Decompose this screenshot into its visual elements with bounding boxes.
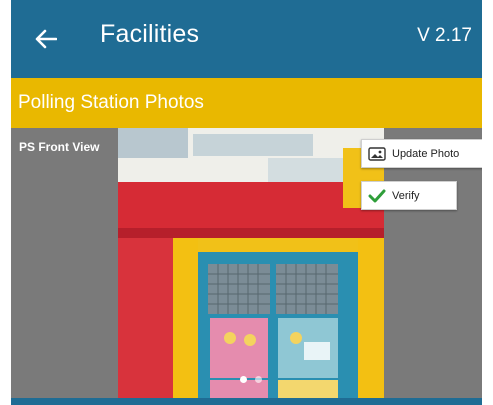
update-photo-label: Update Photo bbox=[392, 147, 460, 160]
polling-station-photo-image bbox=[118, 128, 384, 405]
app-bar: Facilities V 2.17 bbox=[11, 0, 482, 78]
carousel-dot[interactable] bbox=[255, 376, 262, 383]
bottom-edge-bar bbox=[11, 398, 482, 405]
carousel-dot-active[interactable] bbox=[240, 376, 247, 383]
section-title: Polling Station Photos bbox=[18, 92, 204, 113]
photo-panel: PS Front View Update Photo Verify bbox=[11, 128, 482, 405]
app-version: V 2.17 bbox=[417, 25, 472, 46]
checkmark-icon bbox=[368, 189, 386, 202]
app-screen: Facilities V 2.17 Polling Station Photos… bbox=[11, 0, 482, 405]
carousel-indicator bbox=[240, 376, 262, 383]
photo-label: PS Front View bbox=[19, 140, 100, 154]
page-title: Facilities bbox=[100, 20, 200, 48]
verify-label: Verify bbox=[392, 189, 420, 202]
update-photo-button[interactable]: Update Photo bbox=[361, 139, 482, 168]
verify-button[interactable]: Verify bbox=[361, 181, 457, 210]
image-icon bbox=[368, 146, 386, 161]
section-header: Polling Station Photos bbox=[11, 78, 482, 128]
arrow-left-icon bbox=[35, 29, 57, 49]
polling-station-photo[interactable] bbox=[118, 128, 384, 405]
back-button[interactable] bbox=[31, 24, 61, 54]
